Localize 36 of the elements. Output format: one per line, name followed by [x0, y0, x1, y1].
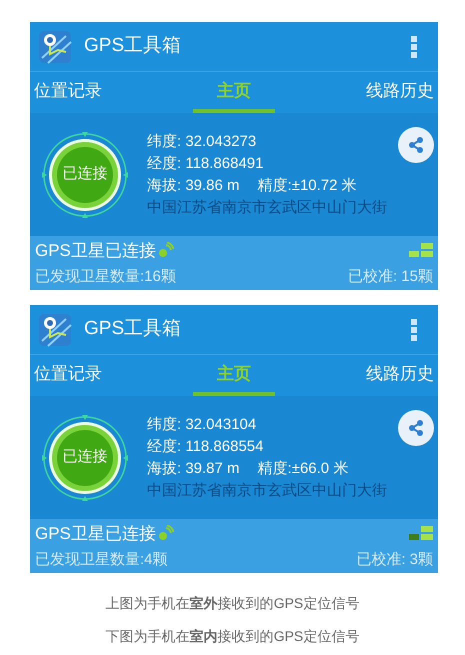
altitude-text: 海拔: 39.86 m — [147, 176, 240, 196]
app-title: GPS工具箱 — [84, 317, 182, 342]
app-logo-icon — [38, 30, 72, 64]
tab[interactable]: 线路历史 — [362, 355, 438, 396]
satellite-status-text: GPS卫星已连接 — [35, 522, 156, 544]
address-text: 中国江苏省南京市玄武区中山门大街 — [147, 480, 387, 500]
address-text: 中国江苏省南京市玄武区中山门大街 — [147, 198, 387, 218]
share-icon — [407, 419, 425, 437]
satellites-calibrated-text: 已校准: 3颗 — [356, 550, 433, 570]
caption-text: 上图为手机在室外接收到的GPS定位信号 — [106, 594, 360, 613]
share-button[interactable] — [398, 127, 434, 163]
accuracy-text: 精度:±66.0 米 — [258, 458, 348, 478]
share-button[interactable] — [398, 410, 434, 446]
status-label: 已连接 — [62, 164, 108, 184]
more-menu-icon[interactable] — [410, 318, 418, 340]
latitude-text: 纬度: 32.043104 — [147, 414, 258, 434]
satellite-signal-icon — [158, 525, 174, 542]
app-title: GPS工具箱 — [84, 34, 182, 58]
altitude-text: 海拔: 39.87 m — [147, 458, 240, 478]
status-label: 已连接 — [62, 447, 108, 468]
share-icon — [407, 136, 425, 154]
latitude-text: 纬度: 32.043273 — [147, 132, 258, 152]
more-menu-icon[interactable] — [410, 36, 418, 58]
tab[interactable]: 位置记录 — [30, 355, 106, 396]
tab[interactable]: 位置记录 — [30, 72, 106, 113]
accuracy-text: 精度:±10.72 米 — [258, 176, 357, 196]
tab[interactable]: 线路历史 — [362, 72, 438, 113]
longitude-text: 经度: 118.868554 — [147, 436, 264, 456]
satellite-signal-icon — [158, 242, 174, 258]
longitude-text: 经度: 118.868491 — [147, 154, 264, 174]
app-logo-icon — [38, 312, 72, 346]
satellite-status-text: GPS卫星已连接 — [35, 240, 156, 262]
satellites-found-text: 已发现卫星数量:4颗 — [35, 550, 168, 570]
caption-text: 下图为手机在室内接收到的GPS定位信号 — [106, 627, 360, 646]
satellites-found-text: 已发现卫星数量:16颗 — [35, 267, 176, 287]
satellites-calibrated-text: 已校准: 15颗 — [348, 267, 433, 287]
